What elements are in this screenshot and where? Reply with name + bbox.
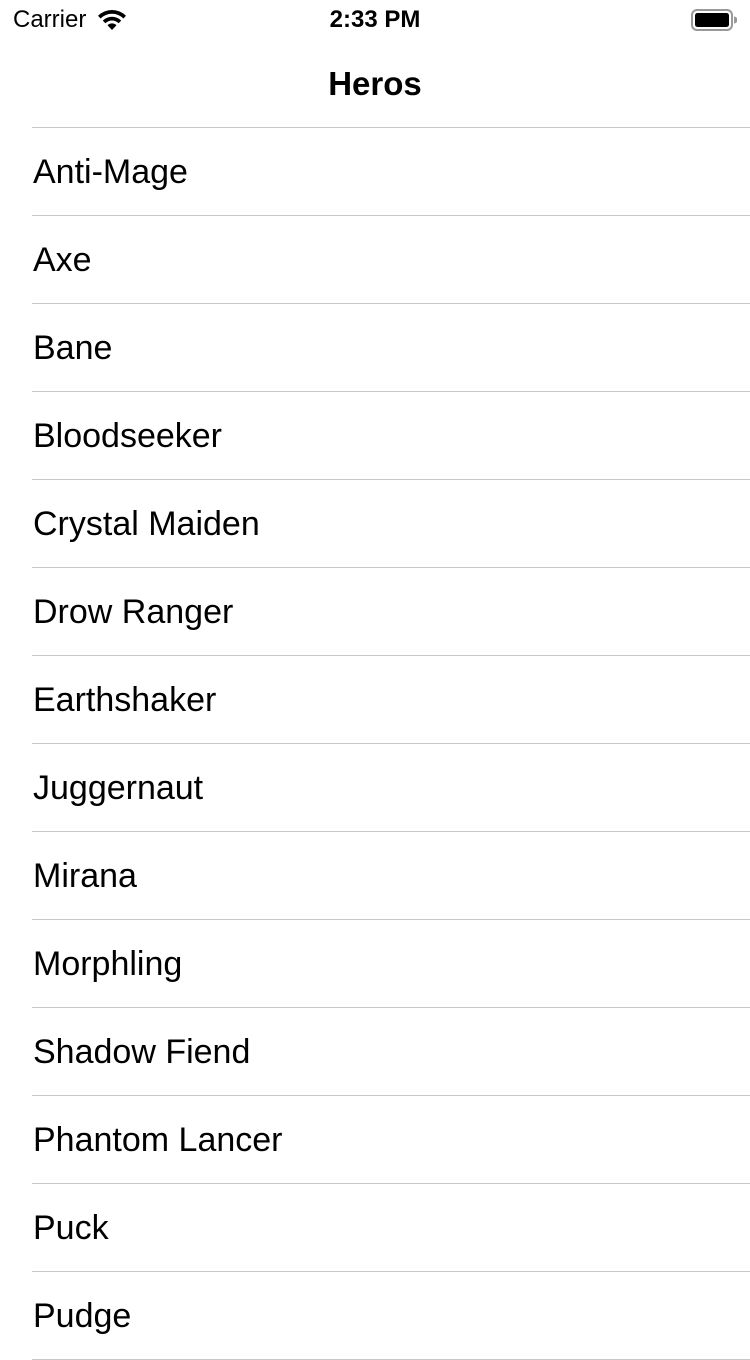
- hero-name-label: Shadow Fiend: [33, 1033, 251, 1071]
- hero-list: Anti-Mage Axe Bane Bloodseeker Crystal Maide…: [0, 128, 750, 1360]
- hero-name-label: Puck: [33, 1209, 109, 1247]
- status-bar: Carrier 2:33 PM: [0, 0, 750, 40]
- hero-name-label: Axe: [33, 241, 92, 279]
- list-item[interactable]: Phantom Lancer: [0, 1096, 750, 1184]
- status-time: 2:33 PM: [329, 6, 421, 33]
- list-item[interactable]: Juggernaut: [0, 744, 750, 832]
- hero-name-label: Anti-Mage: [33, 153, 188, 191]
- list-item[interactable]: Pudge: [0, 1272, 750, 1360]
- hero-name-label: Juggernaut: [33, 769, 204, 807]
- hero-name-label: Earthshaker: [33, 681, 217, 719]
- navigation-bar: Heros: [0, 40, 750, 128]
- list-item[interactable]: Drow Ranger: [0, 568, 750, 656]
- list-item[interactable]: Morphling: [0, 920, 750, 1008]
- hero-name-label: Morphling: [33, 945, 183, 983]
- list-item[interactable]: Anti-Mage: [0, 128, 750, 216]
- battery-icon: [691, 9, 737, 31]
- page-title: Heros: [328, 65, 422, 102]
- list-item[interactable]: Bane: [0, 304, 750, 392]
- list-item[interactable]: Earthshaker: [0, 656, 750, 744]
- hero-name-label: Bane: [33, 329, 113, 367]
- list-item[interactable]: Crystal Maiden: [0, 480, 750, 568]
- list-item[interactable]: Bloodseeker: [0, 392, 750, 480]
- list-item[interactable]: Shadow Fiend: [0, 1008, 750, 1096]
- hero-name-label: Phantom Lancer: [33, 1121, 283, 1159]
- list-item[interactable]: Axe: [0, 216, 750, 304]
- hero-name-label: Pudge: [33, 1297, 132, 1335]
- list-item[interactable]: Mirana: [0, 832, 750, 920]
- list-item[interactable]: Puck: [0, 1184, 750, 1272]
- hero-name-label: Crystal Maiden: [33, 505, 260, 543]
- hero-name-label: Mirana: [33, 857, 137, 895]
- hero-name-label: Bloodseeker: [33, 417, 223, 455]
- hero-name-label: Drow Ranger: [33, 593, 234, 631]
